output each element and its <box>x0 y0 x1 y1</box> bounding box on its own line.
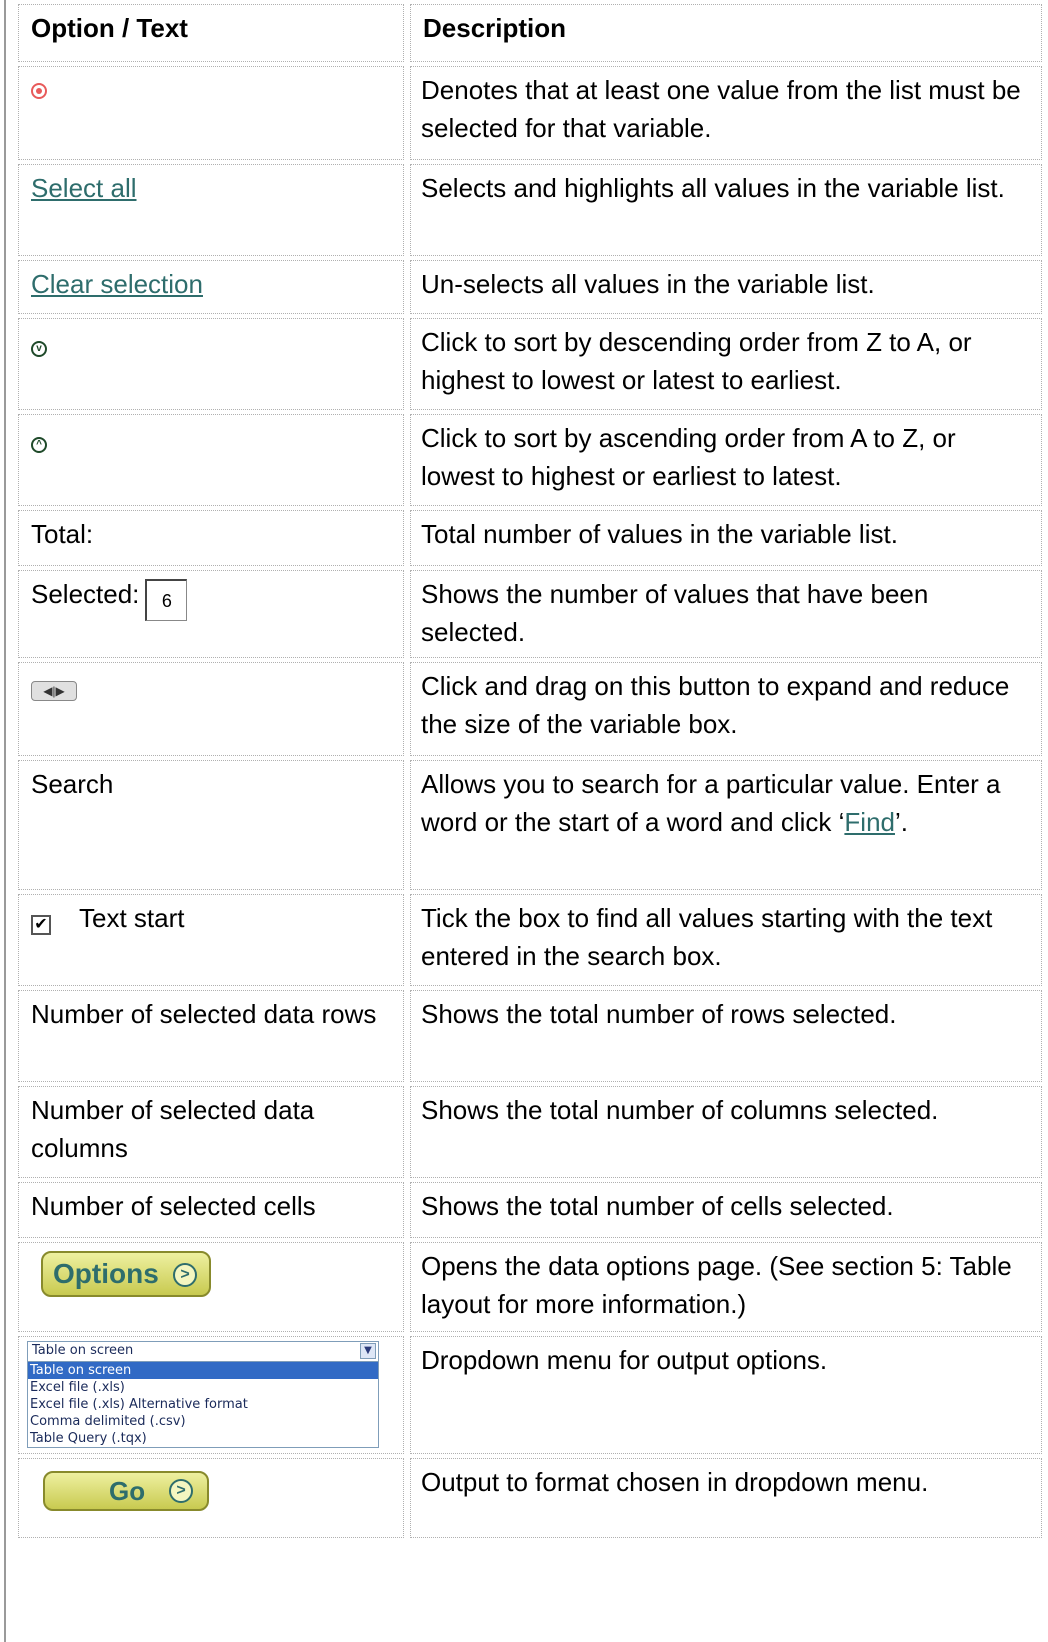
row-description: Total number of values in the variable l… <box>421 519 898 549</box>
sort-descending-icon[interactable]: v <box>31 341 47 357</box>
table-row: Number of selected data rows Shows the t… <box>18 990 1042 1082</box>
dropdown-option[interactable]: Table Query (.tqx) <box>28 1430 378 1447</box>
required-dot-icon <box>31 83 47 99</box>
row-description: Shows the total number of columns select… <box>421 1095 939 1125</box>
table-row: v Click to sort by descending order from… <box>18 318 1042 410</box>
page: Option / Text Description Denotes that a… <box>0 0 1048 1642</box>
dropdown-options: Table on screen Excel file (.xls) Excel … <box>28 1362 378 1447</box>
chevron-right-icon: > <box>169 1479 193 1503</box>
row-description: Click to sort by descending order from Z… <box>421 327 972 395</box>
header-option: Option / Text <box>18 4 404 62</box>
selected-count-field: 6 <box>145 579 188 621</box>
table-row: ◀|▶ Click and drag on this button to exp… <box>18 662 1042 756</box>
row-description: Selects and highlights all values in the… <box>421 173 1005 203</box>
text-start-checkbox[interactable]: ✔ <box>31 915 51 936</box>
search-label: Search <box>18 760 404 890</box>
dropdown-option[interactable]: Excel file (.xls) Alternative format <box>28 1396 378 1413</box>
chevron-right-icon: > <box>173 1263 197 1287</box>
table-row: Clear selection Un-selects all values in… <box>18 260 1042 314</box>
row-description: Allows you to search for a particular va… <box>421 769 1001 837</box>
table-row: Selected: 6 Shows the number of values th… <box>18 570 1042 658</box>
row-description-end: ’. <box>894 807 908 837</box>
table-header-row: Option / Text Description <box>18 4 1042 62</box>
row-description: Click to sort by ascending order from A … <box>421 423 956 491</box>
dropdown-selected-value: Table on screen <box>32 1343 134 1358</box>
selected-label: Selected: <box>31 579 140 609</box>
output-dropdown-selected[interactable]: Table on screen ▼ <box>28 1342 378 1362</box>
selected-cells-label: Number of selected cells <box>18 1182 404 1238</box>
row-description: Denotes that at least one value from the… <box>421 75 1021 143</box>
table-row: ✔ Text start Tick the box to find all val… <box>18 894 1042 986</box>
chevron-down-icon[interactable]: ▼ <box>360 1343 376 1359</box>
table-row: Total: Total number of values in the var… <box>18 510 1042 566</box>
row-description: Click and drag on this button to expand … <box>421 671 1010 739</box>
sort-ascending-icon[interactable]: ^ <box>31 437 47 453</box>
resize-handle-icon[interactable]: ◀|▶ <box>31 681 77 701</box>
total-label: Total: <box>18 510 404 566</box>
row-description: Output to format chosen in dropdown menu… <box>421 1467 929 1497</box>
dropdown-option[interactable]: Table on screen <box>28 1362 378 1379</box>
options-button-label: Options <box>53 1258 159 1289</box>
row-description: Dropdown menu for output options. <box>421 1345 828 1375</box>
row-description: Shows the number of values that have bee… <box>421 579 929 647</box>
table-row: Denotes that at least one value from the… <box>18 66 1042 160</box>
clear-selection-link[interactable]: Clear selection <box>31 269 203 299</box>
table-row: Search Allows you to search for a partic… <box>18 760 1042 890</box>
selected-columns-label: Number of selected data columns <box>18 1086 404 1178</box>
table-row: Options > Opens the data options page. (S… <box>18 1242 1042 1332</box>
dropdown-option[interactable]: Comma delimited (.csv) <box>28 1413 378 1430</box>
left-rule <box>4 0 6 1642</box>
dropdown-option[interactable]: Excel file (.xls) <box>28 1379 378 1396</box>
options-button[interactable]: Options > <box>41 1251 211 1297</box>
table-row: Number of selected cells Shows the total… <box>18 1182 1042 1238</box>
output-dropdown[interactable]: Table on screen ▼ Table on screen Excel f… <box>27 1341 379 1448</box>
table-row: Number of selected data columns Shows th… <box>18 1086 1042 1178</box>
go-button[interactable]: Go > <box>43 1471 209 1511</box>
row-description: Shows the total number of cells selected… <box>421 1191 894 1221</box>
find-link[interactable]: Find <box>844 807 895 837</box>
row-description: Un-selects all values in the variable li… <box>421 269 875 299</box>
text-start-label: Text start <box>79 903 185 933</box>
table-row: ^ Click to sort by ascending order from … <box>18 414 1042 506</box>
go-button-label: Go <box>109 1476 146 1506</box>
select-all-link[interactable]: Select all <box>31 173 137 203</box>
table-row: Go > Output to format chosen in dropdown … <box>18 1458 1042 1538</box>
table-row: Table on screen ▼ Table on screen Excel f… <box>18 1336 1042 1454</box>
row-description: Shows the total number of rows selected. <box>421 999 897 1029</box>
row-description: Tick the box to find all values starting… <box>421 903 993 971</box>
selected-rows-label: Number of selected data rows <box>18 990 404 1082</box>
options-table: Option / Text Description Denotes that a… <box>12 0 1048 1542</box>
row-description: Opens the data options page. (See sectio… <box>421 1251 1012 1319</box>
table-row: Select all Selects and highlights all va… <box>18 164 1042 256</box>
header-description: Description <box>410 4 1042 62</box>
